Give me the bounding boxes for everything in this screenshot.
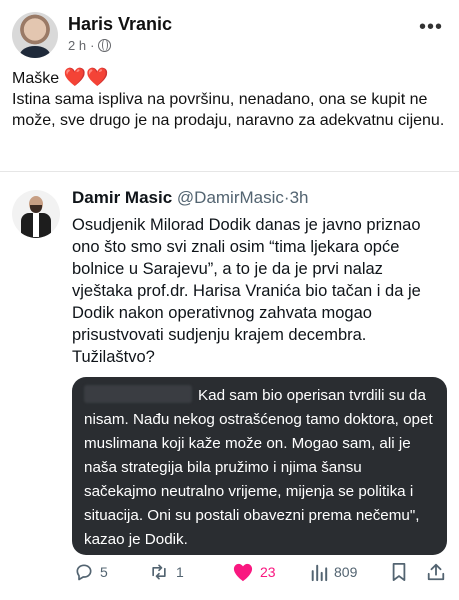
- tweet-author-name[interactable]: Damir Masic: [72, 188, 172, 207]
- tweet-handle[interactable]: @DamirMasic: [177, 188, 284, 207]
- more-icon[interactable]: •••: [419, 16, 443, 39]
- divider: [0, 171, 459, 172]
- tweet-actions: 5 1 23 809: [72, 562, 447, 586]
- tweet-header: Damir Masic @DamirMasic·3h: [72, 188, 308, 208]
- redacted-area: [84, 385, 192, 403]
- post-meta: 2 h ·: [68, 38, 112, 53]
- quote-box: Kad sam bio operisan tvrdili su da nisam…: [72, 377, 447, 555]
- meta-separator: ·: [90, 38, 95, 53]
- heart-icon: [233, 563, 253, 582]
- post-time[interactable]: 2 h: [68, 38, 86, 53]
- author-avatar[interactable]: [12, 12, 58, 58]
- share-button[interactable]: [426, 562, 446, 582]
- quote-text: Kad sam bio operisan tvrdili su da nisam…: [84, 387, 433, 548]
- views-icon: [311, 564, 328, 582]
- post-text: Maške ❤️❤️ Istina sama ispliva na površi…: [12, 67, 447, 131]
- retweet-count: 1: [176, 564, 184, 580]
- reply-button[interactable]: 5: [74, 562, 108, 582]
- author-name[interactable]: Haris Vranic: [68, 14, 172, 35]
- tweet-time[interactable]: 3h: [290, 188, 309, 207]
- retweet-button[interactable]: 1: [148, 562, 184, 582]
- globe-icon: [98, 39, 112, 52]
- views-count: 809: [334, 564, 358, 580]
- post-text-line2: Istina sama ispliva na površinu, nenadan…: [12, 91, 445, 129]
- bookmark-icon: [392, 563, 406, 581]
- tweet-avatar[interactable]: [12, 190, 60, 238]
- reply-count: 5: [100, 564, 108, 580]
- post-text-line1: Maške: [12, 70, 60, 87]
- post-header: Haris Vranic 2 h · •••: [12, 10, 447, 58]
- retweet-icon: [152, 564, 166, 580]
- tweet-body: Osudjenik Milorad Dodik danas je javno p…: [72, 216, 421, 366]
- like-count: 23: [260, 564, 276, 580]
- bookmark-button[interactable]: [390, 562, 408, 582]
- like-button[interactable]: 23: [232, 562, 276, 582]
- views-button[interactable]: 809: [310, 562, 357, 582]
- share-icon: [427, 563, 445, 581]
- hearts-emoji: ❤️❤️: [63, 67, 109, 87]
- reply-icon: [76, 564, 92, 581]
